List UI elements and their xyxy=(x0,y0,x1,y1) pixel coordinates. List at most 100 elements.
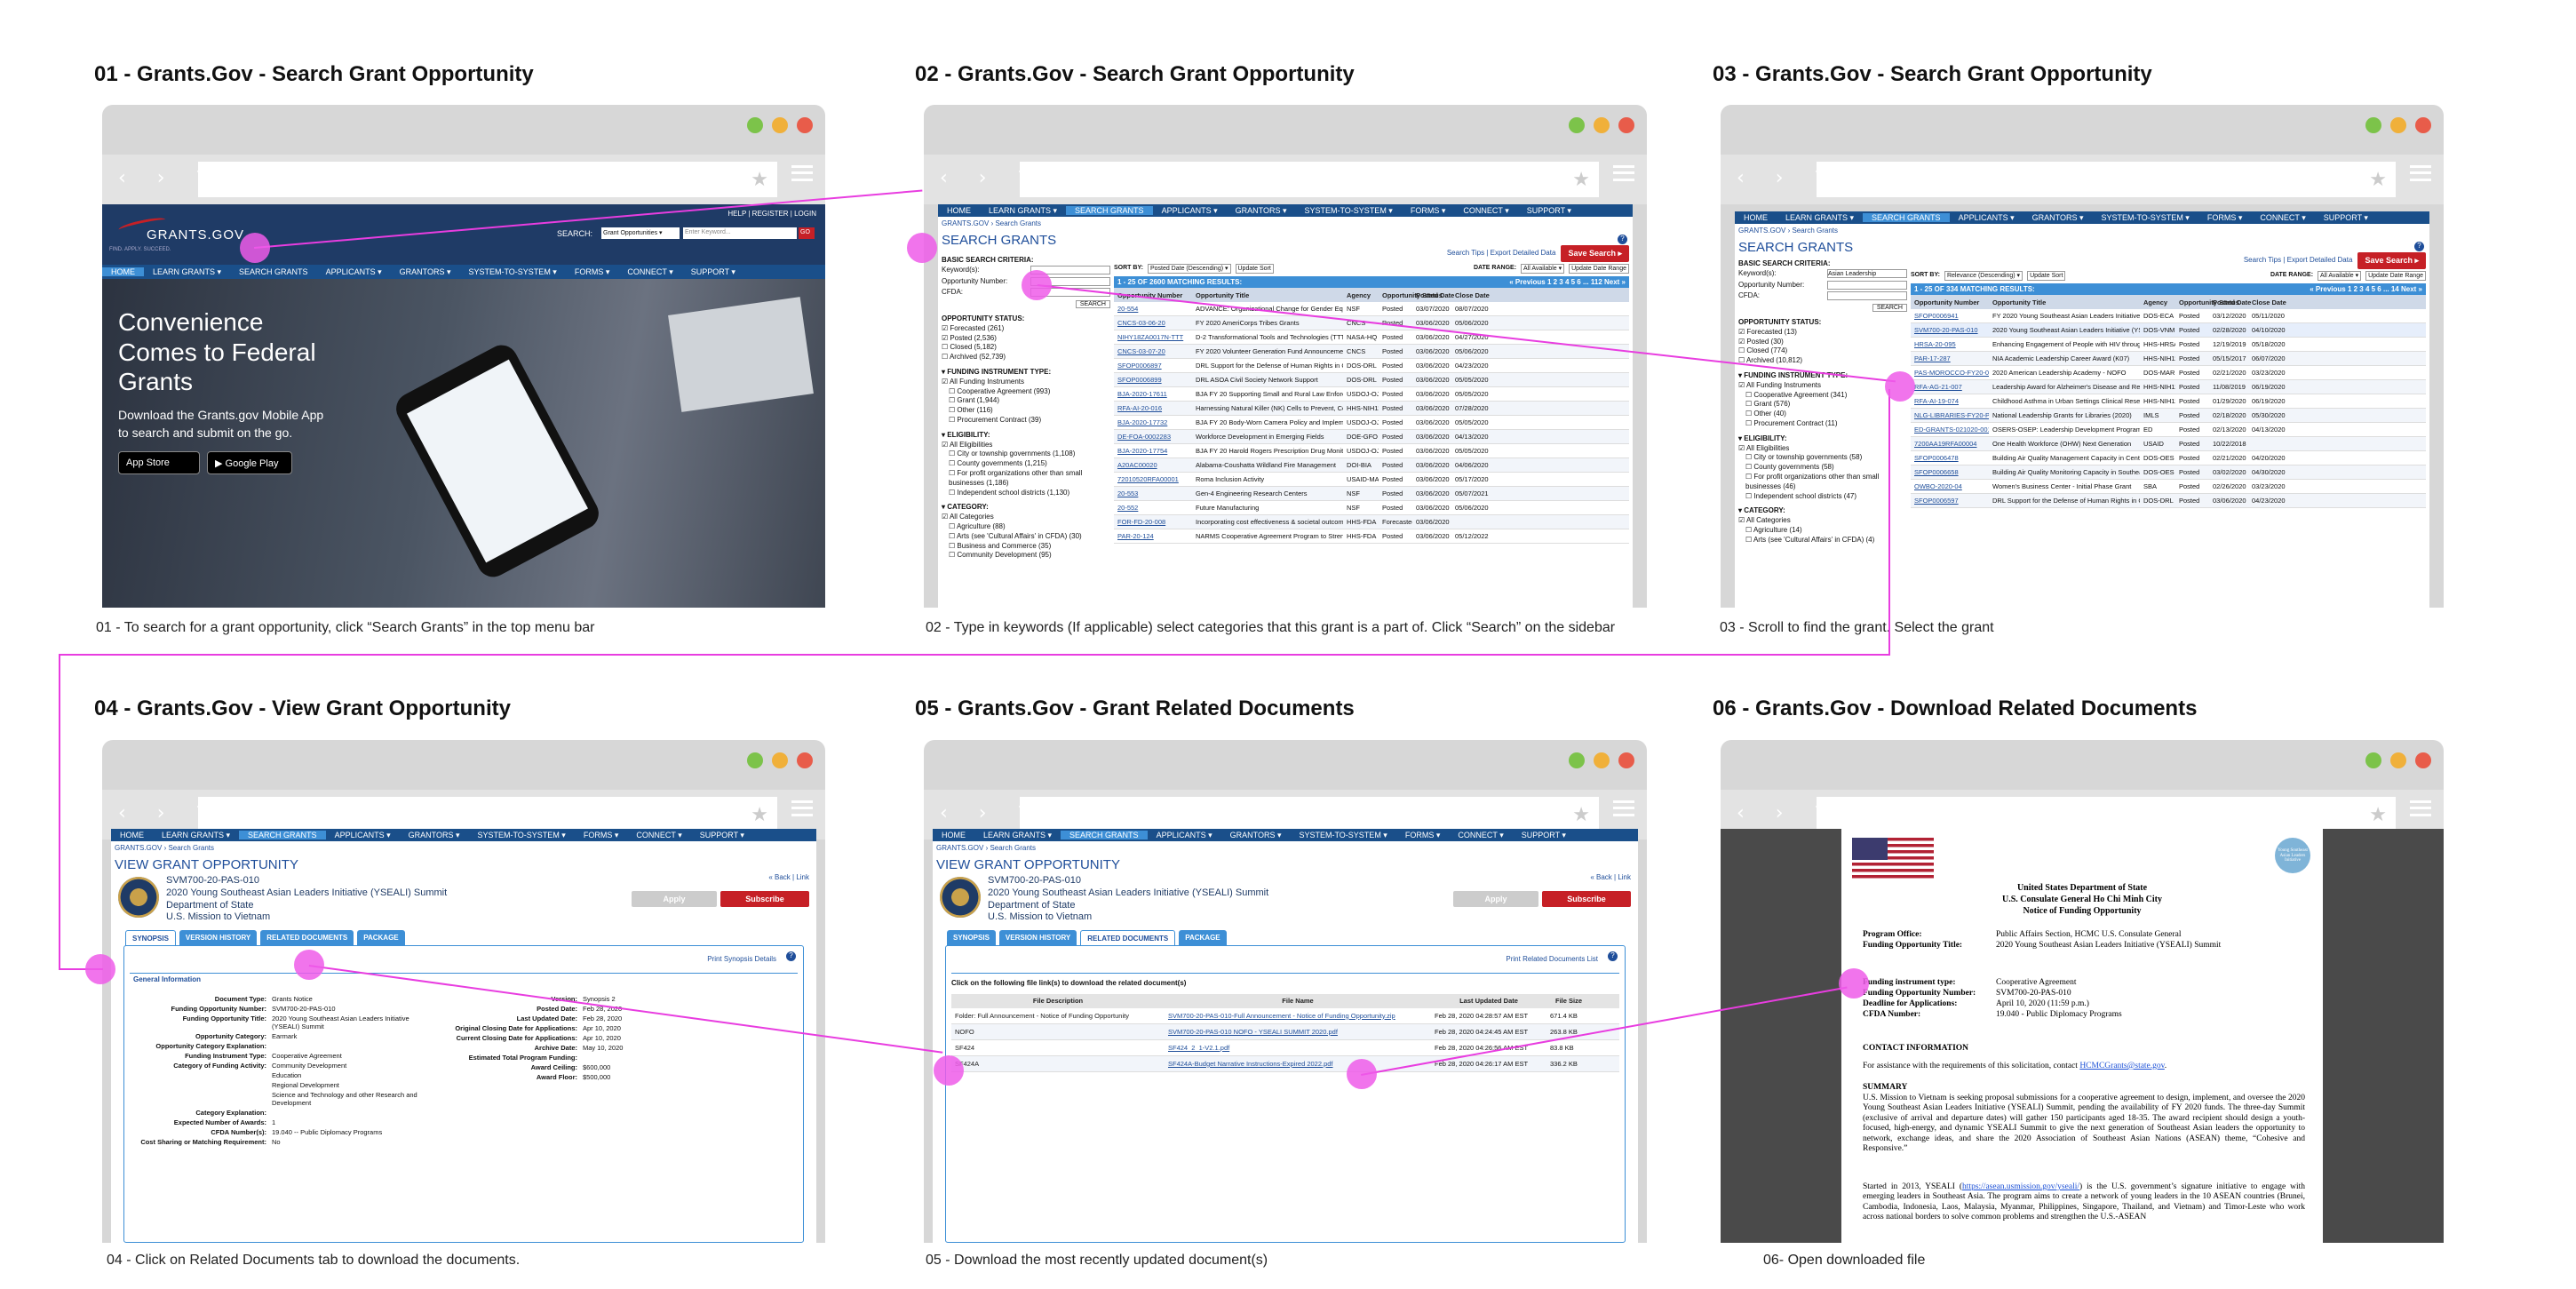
nav-learn[interactable]: LEARN GRANTS ▾ xyxy=(1777,213,1863,223)
cat-checkbox[interactable]: ☐ Community Development (95) xyxy=(942,551,1110,561)
row-link[interactable]: SFOP0006478 xyxy=(1911,454,1989,462)
status-checkbox[interactable]: ☐ Closed (5,182) xyxy=(942,343,1110,353)
fund-checkbox[interactable]: ☐ Procurement Contract (39) xyxy=(942,416,1110,426)
nav-grantors[interactable]: GRANTORS ▾ xyxy=(391,267,460,277)
breadcrumb[interactable]: GRANTS.GOV › Search Grants xyxy=(1738,227,1838,236)
hamburger-menu-icon[interactable] xyxy=(2410,800,2431,816)
subscribe-button[interactable]: Subscribe xyxy=(1542,891,1631,907)
nav-s2s[interactable]: SYSTEM-TO-SYSTEM ▾ xyxy=(1295,206,1401,216)
table-row[interactable]: 20-552 Future Manufacturing NSF Posted 03/06… xyxy=(1114,501,1629,516)
table-row[interactable]: 20-554ADVANCE: Organizational Change for… xyxy=(1114,302,1629,317)
table-row[interactable]: SVM700-20-PAS-010 2020 Young Southeast As… xyxy=(1911,323,2426,338)
hamburger-menu-icon[interactable] xyxy=(791,800,813,816)
keyword-input[interactable]: Enter Keyword... xyxy=(683,227,797,239)
nav-connect[interactable]: CONNECT ▾ xyxy=(1454,206,1517,216)
nav-grantors[interactable]: GRANTORS ▾ xyxy=(400,831,469,840)
nav-learn[interactable]: LEARN GRANTS ▾ xyxy=(153,831,239,840)
fund-checkbox[interactable]: ☐ Cooperative Agreement (993) xyxy=(942,387,1110,397)
row-link[interactable]: SFOP0006941 xyxy=(1911,312,1989,320)
nav-forms[interactable]: FORMS ▾ xyxy=(566,267,619,277)
nav-connect[interactable]: CONNECT ▾ xyxy=(627,831,690,840)
date-select[interactable]: All Available ▾ xyxy=(2318,271,2362,282)
search-button[interactable]: SEARCH xyxy=(1872,304,1907,313)
table-row[interactable]: RFA-AI-20-016 Harnessing Natural Killer (… xyxy=(1114,402,1629,417)
minimize-dot[interactable] xyxy=(772,752,788,768)
table-row[interactable]: NLG-LIBRARIES-FY20-P2 National Leadership… xyxy=(1911,409,2426,424)
nav-support[interactable]: SUPPORT ▾ xyxy=(1518,206,1580,216)
breadcrumb[interactable]: GRANTS.GOV › Search Grants xyxy=(942,219,1041,229)
hamburger-menu-icon[interactable] xyxy=(2410,165,2431,181)
table-row[interactable]: BJA-2020-17754 BJA FY 20 Harold Rogers Pr… xyxy=(1114,444,1629,459)
elig-checkbox[interactable]: ☐ County governments (1,215) xyxy=(942,459,1110,469)
date-select[interactable]: All Available ▾ xyxy=(1521,264,1565,275)
nav-applicants[interactable]: APPLICANTS ▾ xyxy=(1153,206,1227,216)
elig-checkbox[interactable]: ☐ For profit organizations other than sm… xyxy=(942,469,1110,489)
cfda-field[interactable] xyxy=(1827,291,1907,301)
back-link[interactable]: « Back | Link xyxy=(768,873,809,883)
file-link[interactable]: SVM700-20-PAS-010 NOFO - YSEALI SUMMIT 2… xyxy=(1165,1028,1431,1036)
file-link[interactable]: SVM700-20-PAS-010-Full Announcement - No… xyxy=(1165,1012,1431,1020)
search-button[interactable]: SEARCH xyxy=(1075,300,1110,309)
cat-checkbox[interactable]: ☑ All Categories xyxy=(1738,516,1907,526)
tab-version-history[interactable]: VERSION HISTORY xyxy=(179,930,258,946)
search-type-select[interactable]: Grant Opportunities ▾ xyxy=(601,227,680,239)
nav-search-grants[interactable]: SEARCH GRANTS xyxy=(1061,831,1148,839)
update-date-button[interactable]: Update Date Range xyxy=(2365,271,2426,282)
tab-related-documents[interactable]: RELATED DOCUMENTS xyxy=(1080,930,1176,946)
help-icon[interactable]: ? xyxy=(1618,235,1627,244)
update-date-button[interactable]: Update Date Range xyxy=(1569,264,1629,275)
sort-select[interactable]: Relevance (Descending) ▾ xyxy=(1944,271,2023,282)
status-checkbox[interactable]: ☐ Archived (10,812) xyxy=(1738,356,1907,366)
tab-version-history[interactable]: VERSION HISTORY xyxy=(998,930,1077,946)
nav-home[interactable]: HOME xyxy=(1735,213,1777,222)
table-row[interactable]: SFOP0006658 Building Air Quality Monitori… xyxy=(1911,465,2426,481)
keyword-field[interactable]: Asian Leadership xyxy=(1827,268,1907,278)
fund-checkbox[interactable]: ☐ Other (116) xyxy=(942,406,1110,416)
nav-grantors[interactable]: GRANTORS ▾ xyxy=(1221,831,1291,840)
app-store-button[interactable]: App Store xyxy=(118,451,200,474)
nav-learn[interactable]: LEARN GRANTS ▾ xyxy=(980,206,1066,216)
cat-checkbox[interactable]: ☐ Agriculture (88) xyxy=(942,522,1110,532)
table-row[interactable]: BJA-2020-17611 BJA FY 20 Supporting Small… xyxy=(1114,387,1629,402)
elig-checkbox[interactable]: ☐ For profit organizations other than sm… xyxy=(1738,473,1907,492)
nav-forms[interactable]: FORMS ▾ xyxy=(1402,206,1455,216)
close-dot[interactable] xyxy=(1618,117,1634,133)
nav-search-grants[interactable]: SEARCH GRANTS xyxy=(230,267,317,276)
row-link[interactable]: SVM700-20-PAS-010 xyxy=(1911,326,1989,334)
maximize-dot[interactable] xyxy=(747,117,763,133)
print-docs-link[interactable]: Print Related Documents List xyxy=(1506,955,1598,965)
table-row[interactable]: ED-GRANTS-021020-001 OSERS-OSEP: Leadersh… xyxy=(1911,423,2426,438)
nav-home[interactable]: HOME xyxy=(102,267,144,276)
table-row[interactable]: SFOP0006941 FY 2020 Young Southeast Asian… xyxy=(1911,309,2426,324)
nav-search-grants[interactable]: SEARCH GRANTS xyxy=(239,831,326,839)
row-link[interactable]: OWBO-2020-04 xyxy=(1911,482,1989,490)
table-row[interactable]: RFA-AI-19-074 Childhood Asthma in Urban S… xyxy=(1911,394,2426,410)
row-link[interactable]: NLG-LIBRARIES-FY20-P2 xyxy=(1911,411,1989,419)
table-row[interactable]: SF424A SF424A-Budget Narrative Instructio… xyxy=(951,1055,1619,1072)
row-link[interactable]: CNCS-03-07-20 xyxy=(1114,347,1192,355)
row-link[interactable]: HRSA-20-095 xyxy=(1911,340,1989,348)
nav-forms[interactable]: FORMS ▾ xyxy=(1396,831,1450,840)
table-row[interactable]: Folder: Full Announcement - Notice of Fu… xyxy=(951,1008,1619,1024)
row-link[interactable]: ED-GRANTS-021020-001 xyxy=(1911,426,1989,434)
nav-connect[interactable]: CONNECT ▾ xyxy=(618,267,681,277)
table-row[interactable]: SF424 SF424_2_1-V2.1.pdf Feb 28, 2020 04:2… xyxy=(951,1040,1619,1056)
back-link[interactable]: « Back | Link xyxy=(1590,873,1631,883)
table-row[interactable]: 7200AA19RFA00004 One Health Workforce (OH… xyxy=(1911,437,2426,452)
row-link[interactable]: CNCS-03-06-20 xyxy=(1114,319,1192,327)
save-search-button[interactable]: Save Search ▸ xyxy=(2357,252,2426,269)
close-dot[interactable] xyxy=(797,117,813,133)
bookmark-star-icon[interactable]: ★ xyxy=(1572,803,1590,826)
table-row[interactable]: NOFO SVM700-20-PAS-010 NOFO - YSEALI SUMM… xyxy=(951,1023,1619,1040)
apply-button[interactable]: Apply xyxy=(632,891,717,907)
nav-s2s[interactable]: SYSTEM-TO-SYSTEM ▾ xyxy=(2092,213,2198,223)
table-row[interactable]: PAR-17-287 NIA Academic Leadership Career… xyxy=(1911,352,2426,367)
url-bar[interactable]: ★ xyxy=(198,797,777,832)
breadcrumb[interactable]: GRANTS.GOV › Search Grants xyxy=(936,844,1036,854)
minimize-dot[interactable] xyxy=(2390,117,2406,133)
row-link[interactable]: RFA-AG-21-007 xyxy=(1911,383,1989,391)
pager[interactable]: « Previous 1 2 3 4 5 6 ... 14 Next » xyxy=(2310,285,2422,293)
fund-checkbox[interactable]: ☐ Cooperative Agreement (341) xyxy=(1738,391,1907,401)
row-link[interactable]: 72010520RFA00001 xyxy=(1114,475,1192,483)
tab-package[interactable]: PACKAGE xyxy=(1179,930,1227,946)
